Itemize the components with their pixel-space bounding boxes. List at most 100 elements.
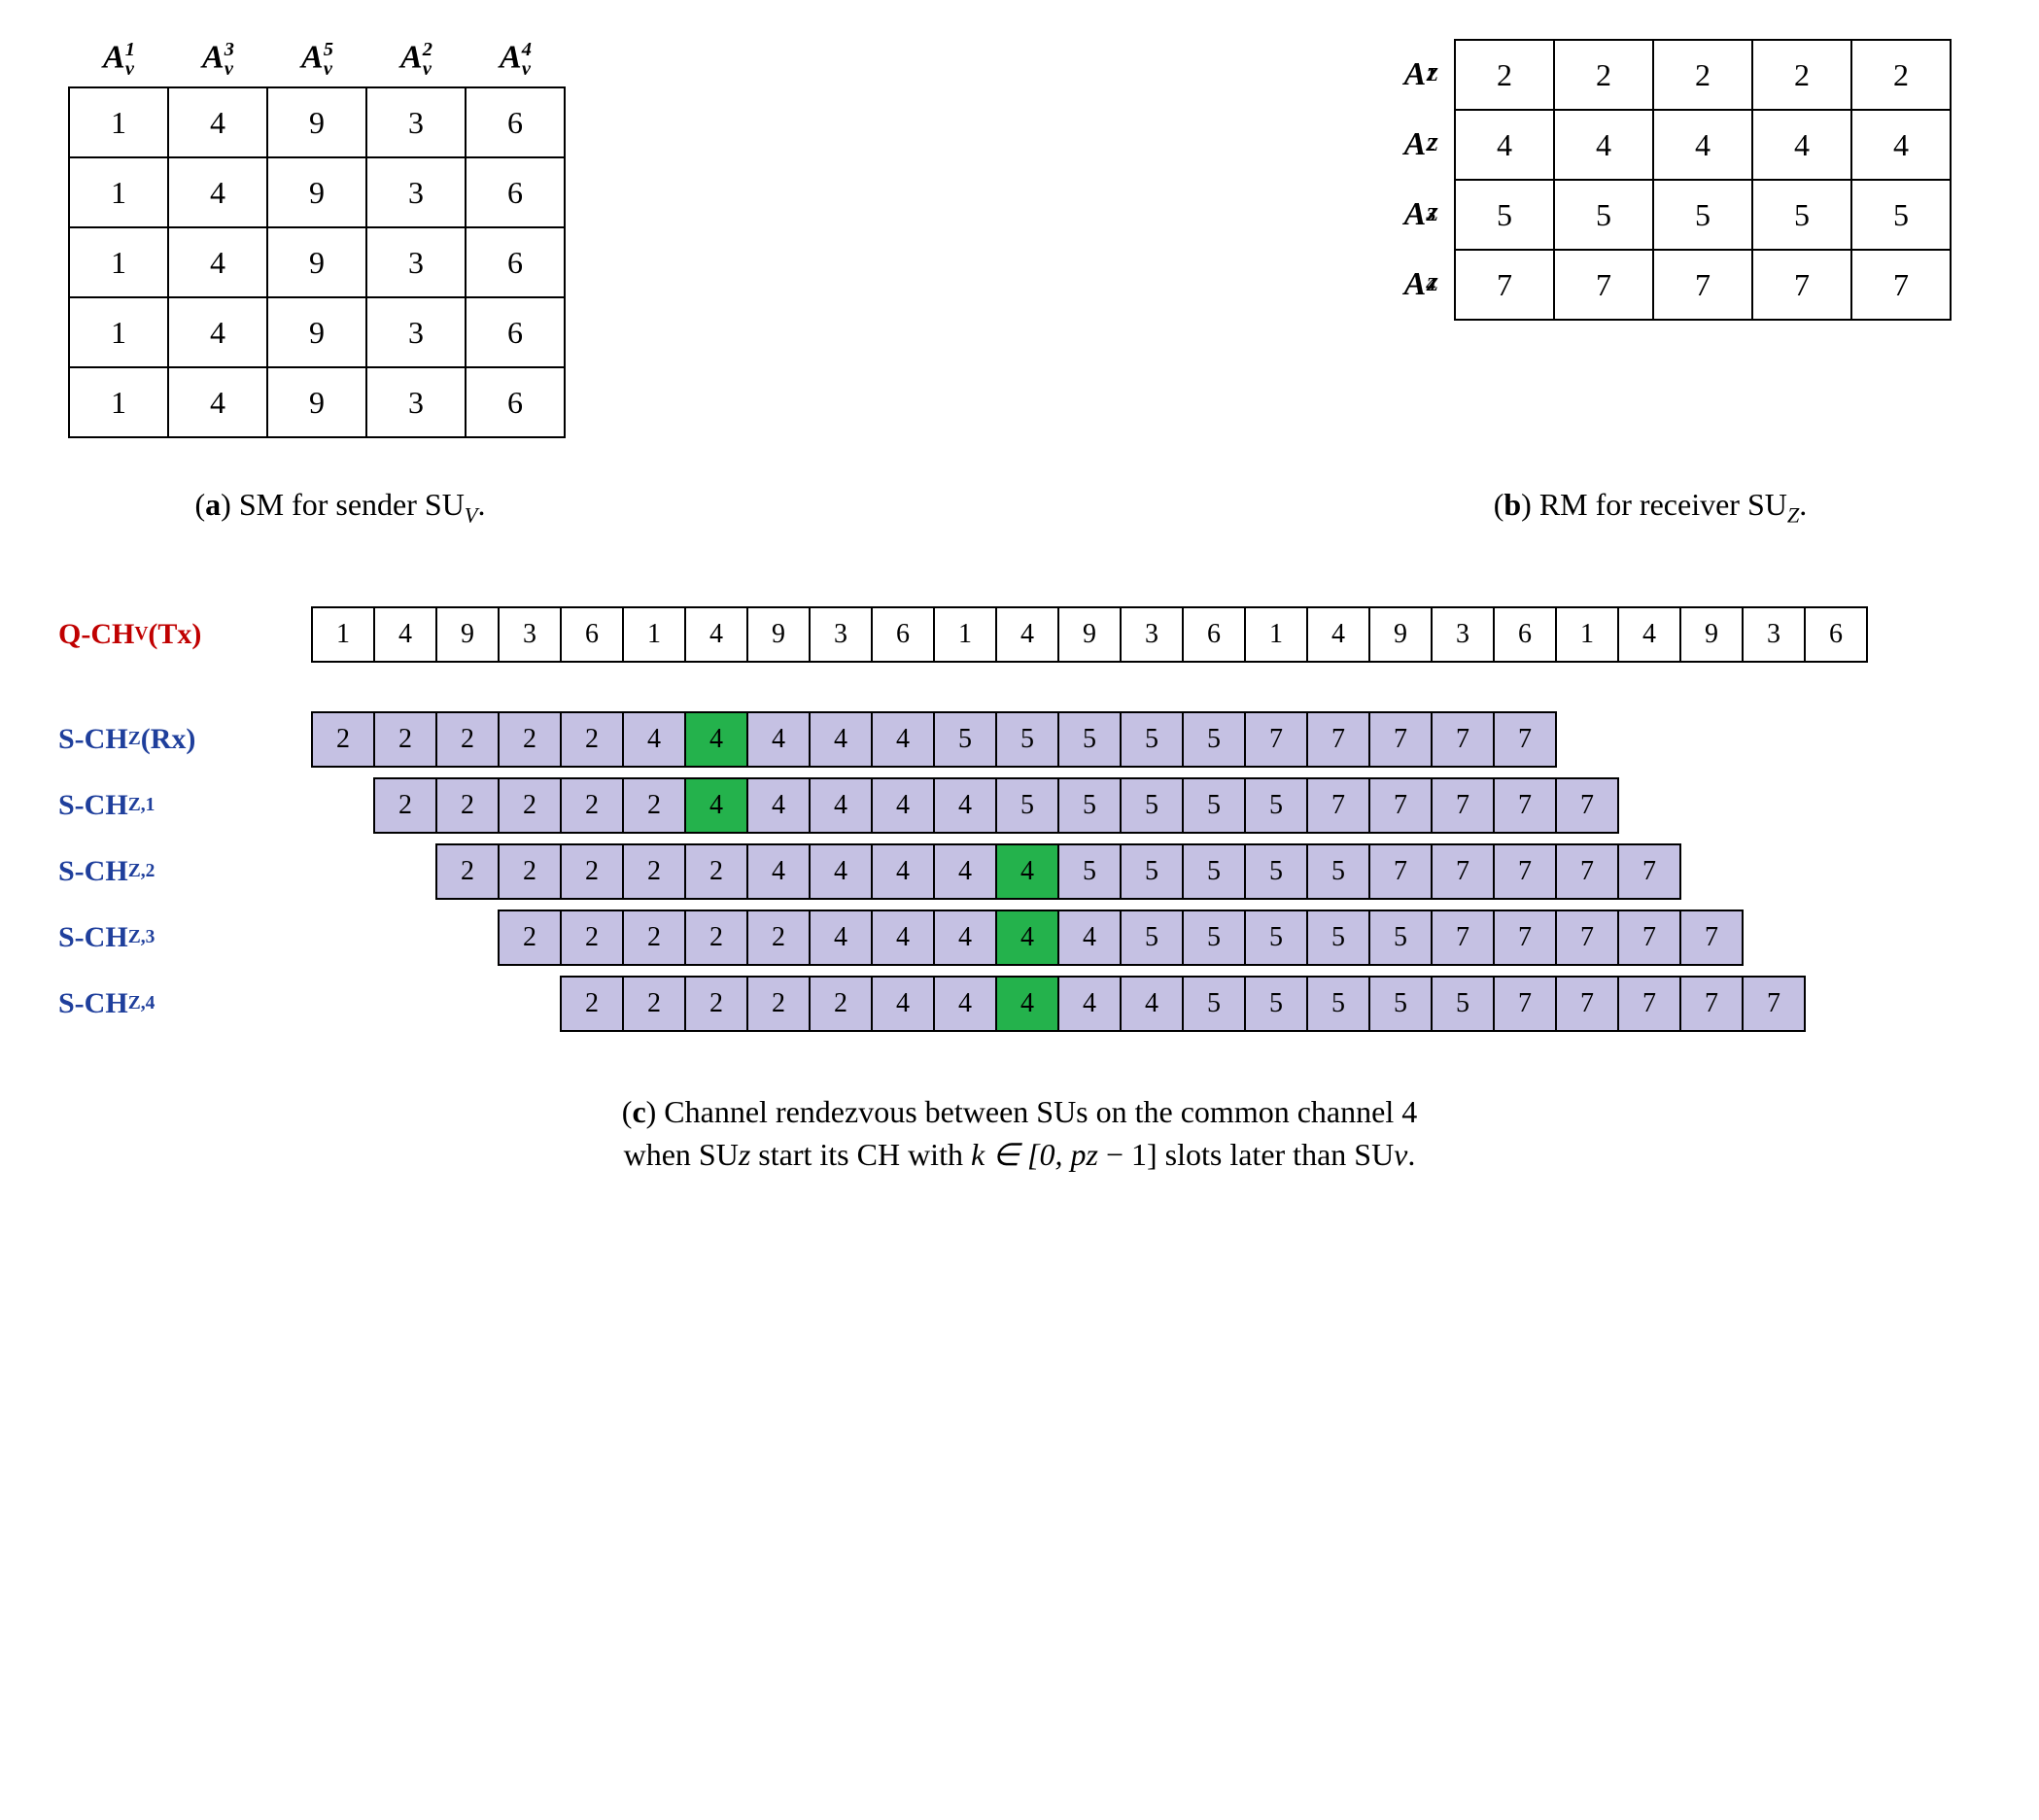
slot-cell: 5 <box>1120 910 1184 966</box>
slot-cell: 9 <box>1057 606 1122 663</box>
col-header: A1v <box>69 39 168 86</box>
matrix-cell: 5 <box>1851 180 1951 250</box>
slot-cell: 9 <box>1368 606 1433 663</box>
matrix-cell: 4 <box>1851 110 1951 180</box>
figure-b: A1ZA2ZA3ZA4Z 22222444445555577777 <box>1370 39 1952 321</box>
slot-cell: 4 <box>746 711 811 768</box>
slot-cell: 7 <box>1306 711 1370 768</box>
slot-cell: 4 <box>809 777 873 834</box>
slot-cell: 5 <box>1120 711 1184 768</box>
slot-cell: 1 <box>311 606 375 663</box>
slot-cell: 2 <box>746 910 811 966</box>
slot-cell: 5 <box>1244 910 1308 966</box>
slot-cell: 4 <box>933 777 997 834</box>
slot-cell: 7 <box>1431 711 1495 768</box>
matrix-cell: 2 <box>1752 40 1851 110</box>
matrix-cell: 6 <box>466 87 565 157</box>
slot-cell: 7 <box>1368 843 1433 900</box>
matrix-cell: 5 <box>1653 180 1752 250</box>
table-b-row-headers: A1ZA2ZA3ZA4Z <box>1370 40 1454 320</box>
matrix-cell: 3 <box>366 157 466 227</box>
matrix-cell: 2 <box>1455 40 1554 110</box>
sequence-row: S-CHZ (Rx)22222444445555577777 <box>58 711 1981 768</box>
row-header: A2Z <box>1370 110 1454 180</box>
matrix-cell: 1 <box>69 157 168 227</box>
slot-cell: 5 <box>1368 976 1433 1032</box>
figure-a: A1vA3vA5vA2vA4v 149361493614936149361493… <box>68 39 566 438</box>
slot-cell: 2 <box>498 777 562 834</box>
slot-cell: 7 <box>1306 777 1370 834</box>
slot-cell: 4 <box>684 711 748 768</box>
slot-cell: 7 <box>1493 976 1557 1032</box>
caption-c: (c) Channel rendezvous between SUs on th… <box>29 1090 2010 1178</box>
slot-cell: 2 <box>684 976 748 1032</box>
matrix-cell: 4 <box>168 367 267 437</box>
matrix-cell: 2 <box>1554 40 1653 110</box>
matrix-cell: 4 <box>1554 110 1653 180</box>
slot-cell: 2 <box>560 777 624 834</box>
slot-cell: 4 <box>684 777 748 834</box>
matrix-cell: 5 <box>1752 180 1851 250</box>
slot-cell: 5 <box>1306 843 1370 900</box>
slot-cell: 4 <box>871 843 935 900</box>
slot-cell: 5 <box>1306 910 1370 966</box>
matrix-cell: 7 <box>1554 250 1653 320</box>
top-figures-row: A1vA3vA5vA2vA4v 149361493614936149361493… <box>68 39 1952 438</box>
col-header: A3v <box>168 39 267 86</box>
slot-cell: 7 <box>1431 910 1495 966</box>
slot-cell: 7 <box>1493 843 1557 900</box>
slot-cell: 4 <box>809 711 873 768</box>
slot-cell: 5 <box>1182 976 1246 1032</box>
matrix-cell: 4 <box>1455 110 1554 180</box>
slot-cell: 5 <box>1120 777 1184 834</box>
slot-cell: 4 <box>871 910 935 966</box>
matrix-cell: 7 <box>1455 250 1554 320</box>
slot-cell: 3 <box>1742 606 1806 663</box>
slot-cell: 4 <box>746 777 811 834</box>
sequence-label: S-CHZ,3 <box>58 910 311 966</box>
col-header: A4v <box>466 39 565 86</box>
sequence-label: S-CHZ,2 <box>58 843 311 900</box>
matrix-cell: 3 <box>366 227 466 297</box>
slot-cell: 7 <box>1244 711 1308 768</box>
slot-cell: 4 <box>809 910 873 966</box>
slot-cell: 4 <box>1057 910 1122 966</box>
slot-cell: 6 <box>560 606 624 663</box>
slot-cell: 2 <box>435 711 500 768</box>
slot-cell: 5 <box>1057 777 1122 834</box>
slot-cell: 4 <box>933 976 997 1032</box>
slot-cell: 2 <box>622 976 686 1032</box>
slot-cell: 5 <box>1368 910 1433 966</box>
slot-cell: 2 <box>622 843 686 900</box>
slot-cell: 4 <box>871 976 935 1032</box>
slot-cell: 3 <box>809 606 873 663</box>
slot-cell: 2 <box>435 777 500 834</box>
slot-cell: 2 <box>373 777 437 834</box>
matrix-cell: 1 <box>69 227 168 297</box>
slot-cell: 2 <box>311 711 375 768</box>
slot-cell: 4 <box>746 843 811 900</box>
matrix-cell: 5 <box>1554 180 1653 250</box>
slot-cell: 5 <box>1306 976 1370 1032</box>
slot-cell: 4 <box>373 606 437 663</box>
slot-cell: 4 <box>933 843 997 900</box>
matrix-cell: 9 <box>267 227 366 297</box>
slot-cell: 5 <box>1182 777 1246 834</box>
slot-cell: 7 <box>1679 910 1744 966</box>
slot-cell: 9 <box>435 606 500 663</box>
slot-cell: 2 <box>746 976 811 1032</box>
slot-cell: 7 <box>1555 910 1619 966</box>
slot-cell: 5 <box>1057 711 1122 768</box>
slot-cell: 4 <box>933 910 997 966</box>
slot-cell: 7 <box>1493 777 1557 834</box>
sm-matrix-table: 1493614936149361493614936 <box>68 86 566 438</box>
sequence-label: Q-CHV (Tx) <box>58 606 311 663</box>
matrix-cell: 9 <box>267 297 366 367</box>
matrix-cell: 6 <box>466 157 565 227</box>
slot-cell: 2 <box>560 976 624 1032</box>
slot-cell: 2 <box>435 843 500 900</box>
slot-cell: 6 <box>1182 606 1246 663</box>
slot-cell: 7 <box>1431 843 1495 900</box>
slot-cell: 4 <box>1057 976 1122 1032</box>
slot-cell: 7 <box>1617 910 1681 966</box>
